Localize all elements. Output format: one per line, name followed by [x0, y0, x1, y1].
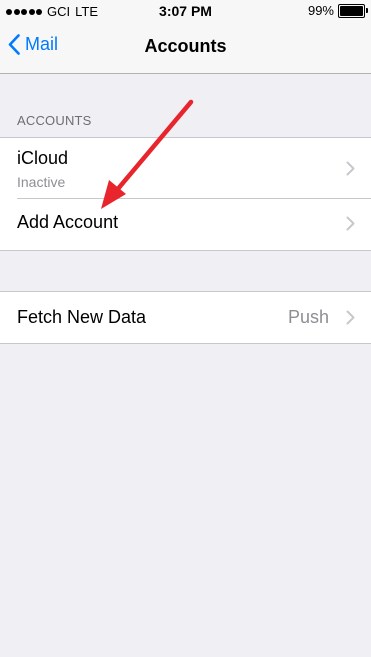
status-right: 99% — [307, 3, 368, 18]
chevron-right-icon — [346, 310, 355, 325]
fetch-new-data-cell[interactable]: Fetch New Data Push — [0, 292, 371, 343]
add-account-label: Add Account — [17, 212, 119, 232]
chevron-right-icon — [346, 161, 355, 176]
accounts-section-header: ACCOUNTS — [17, 113, 92, 128]
navigation-bar: Mail Accounts — [0, 22, 371, 74]
add-account-cell[interactable]: Add Account — [0, 199, 371, 250]
status-bar: GCI LTE 3:07 PM 99% — [0, 0, 371, 22]
icloud-account-cell[interactable]: iCloud Inactive — [0, 138, 371, 199]
fetch-new-data-label: Fetch New Data — [17, 307, 147, 327]
battery-icon — [338, 3, 368, 18]
battery-percent: 99% — [307, 3, 334, 18]
chevron-right-icon — [346, 216, 355, 231]
fetch-mode-value: Push — [287, 307, 329, 327]
accounts-group: iCloud Inactive Add Account — [0, 137, 371, 251]
page-title: Accounts — [144, 36, 227, 56]
icloud-account-title: iCloud — [17, 148, 69, 168]
battery-fill — [340, 5, 363, 16]
fetch-group: Fetch New Data Push — [0, 291, 371, 344]
icloud-account-status: Inactive — [17, 174, 66, 190]
